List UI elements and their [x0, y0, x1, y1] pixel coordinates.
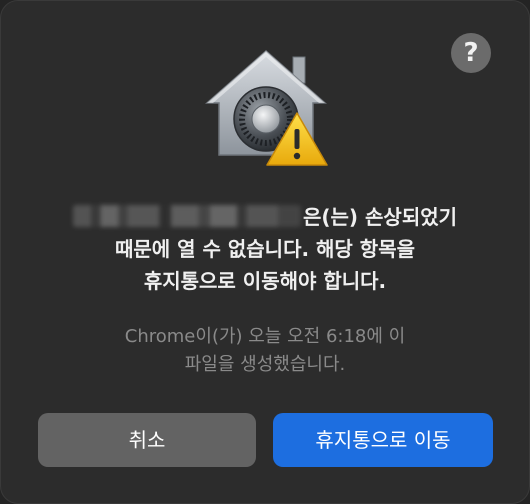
- gatekeeper-icon: [201, 43, 331, 171]
- message-line-3: 휴지통으로 이동해야 합니다.: [143, 269, 387, 293]
- error-message: 은(는) 손상되었기 때문에 열 수 없습니다. 해당 항목을 휴지통으로 이동…: [41, 201, 489, 297]
- detail-line-1: Chrome이(가) 오늘 오전 6:18에 이: [124, 326, 406, 347]
- move-to-trash-button[interactable]: 휴지통으로 이동: [273, 413, 493, 467]
- cancel-button[interactable]: 취소: [38, 413, 256, 467]
- question-mark-icon: ?: [463, 38, 479, 68]
- message-suffix: 은(는) 손상되었기: [302, 205, 458, 229]
- detail-text: Chrome이(가) 오늘 오전 6:18에 이 파일을 생성했습니다.: [41, 323, 489, 379]
- detail-line-2: 파일을 생성했습니다.: [184, 354, 346, 375]
- gatekeeper-house-vault-icon: [205, 50, 328, 166]
- alert-dialog: ? 은(는) 손상되었기 때문에 열 수 없습니다. 해당 항목을 휴지통으로 …: [0, 0, 530, 504]
- help-button[interactable]: ?: [451, 33, 491, 73]
- message-line-1: 은(는) 손상되었기: [41, 201, 489, 233]
- message-line-2: 때문에 열 수 없습니다. 해당 항목을: [114, 237, 415, 261]
- redacted-filename: [72, 205, 301, 227]
